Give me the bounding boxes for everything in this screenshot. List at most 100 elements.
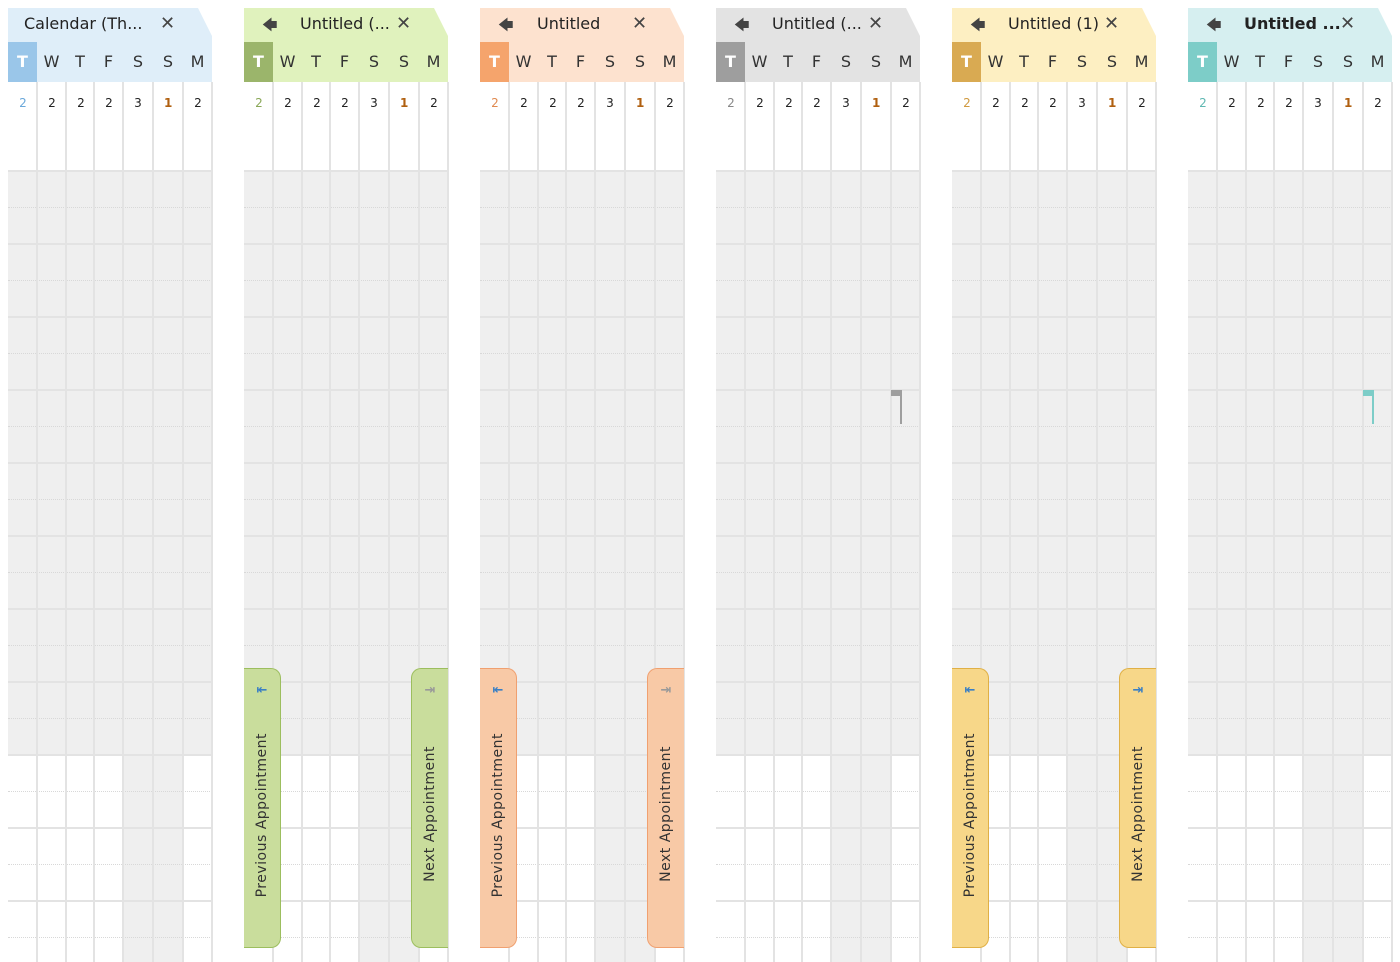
date-cell[interactable]: 2 bbox=[430, 96, 438, 112]
day-header[interactable]: S bbox=[1303, 42, 1333, 82]
day-header[interactable]: W bbox=[981, 42, 1010, 82]
calendar-tab[interactable]: 🡄 Untitled (... ✕ bbox=[244, 8, 448, 42]
date-cell[interactable]: 2 bbox=[491, 96, 499, 112]
day-header[interactable]: S bbox=[123, 42, 153, 82]
day-header[interactable]: T bbox=[244, 42, 273, 82]
next-appointment-button[interactable]: ⇥ Next Appointment bbox=[411, 668, 448, 948]
day-header[interactable]: S bbox=[595, 42, 625, 82]
day-header[interactable]: T bbox=[8, 42, 37, 82]
previous-appointment-button[interactable]: ⇤ Previous Appointment bbox=[244, 668, 281, 948]
calendar-tab[interactable]: Calendar (Th... ✕ bbox=[8, 8, 212, 42]
day-header[interactable]: T bbox=[66, 42, 94, 82]
date-cell[interactable]: 2 bbox=[1374, 96, 1382, 112]
day-header[interactable]: M bbox=[1363, 42, 1392, 82]
date-cell[interactable]: 2 bbox=[756, 96, 764, 112]
time-grid[interactable] bbox=[716, 82, 921, 962]
date-cell[interactable]: 2 bbox=[727, 96, 735, 112]
day-header[interactable]: T bbox=[1010, 42, 1038, 82]
date-cell[interactable]: 1 bbox=[1108, 96, 1116, 112]
date-cell[interactable]: 2 bbox=[520, 96, 528, 112]
back-arrow-icon[interactable]: 🡄 bbox=[970, 15, 986, 40]
day-header[interactable]: F bbox=[330, 42, 359, 82]
date-cell[interactable]: 2 bbox=[902, 96, 910, 112]
next-appointment-button[interactable]: ⇥ Next Appointment bbox=[647, 668, 684, 948]
date-cell[interactable]: 2 bbox=[194, 96, 202, 112]
date-cell[interactable]: 2 bbox=[785, 96, 793, 112]
close-icon[interactable]: ✕ bbox=[868, 13, 883, 34]
day-header[interactable]: T bbox=[1188, 42, 1217, 82]
date-cell[interactable]: 2 bbox=[577, 96, 585, 112]
date-cell[interactable]: 2 bbox=[284, 96, 292, 112]
date-cell[interactable]: 2 bbox=[313, 96, 321, 112]
day-header[interactable]: T bbox=[774, 42, 802, 82]
date-cell[interactable]: 2 bbox=[1228, 96, 1236, 112]
day-header[interactable]: F bbox=[1274, 42, 1303, 82]
date-cell[interactable]: 3 bbox=[606, 96, 614, 112]
day-header[interactable]: M bbox=[891, 42, 920, 82]
date-cell[interactable]: 2 bbox=[813, 96, 821, 112]
day-header[interactable]: T bbox=[538, 42, 566, 82]
day-header[interactable]: S bbox=[831, 42, 861, 82]
calendar-tab[interactable]: 🡄 Untitled ... ✕ bbox=[1188, 8, 1392, 42]
day-header[interactable]: S bbox=[359, 42, 389, 82]
next-appointment-button[interactable]: ⇥ Next Appointment bbox=[1119, 668, 1156, 948]
date-cell[interactable]: 2 bbox=[549, 96, 557, 112]
date-cell[interactable]: 2 bbox=[105, 96, 113, 112]
date-cell[interactable]: 1 bbox=[164, 96, 172, 112]
date-cell[interactable]: 1 bbox=[400, 96, 408, 112]
day-header[interactable]: S bbox=[625, 42, 655, 82]
date-cell[interactable]: 3 bbox=[842, 96, 850, 112]
close-icon[interactable]: ✕ bbox=[160, 13, 175, 34]
day-header[interactable]: F bbox=[802, 42, 831, 82]
date-cell[interactable]: 2 bbox=[1138, 96, 1146, 112]
close-icon[interactable]: ✕ bbox=[632, 13, 647, 34]
day-header[interactable]: W bbox=[509, 42, 538, 82]
back-arrow-icon[interactable]: 🡄 bbox=[498, 15, 514, 40]
time-grid[interactable] bbox=[1188, 82, 1393, 962]
date-cell[interactable]: 1 bbox=[1344, 96, 1352, 112]
previous-appointment-button[interactable]: ⇤ Previous Appointment bbox=[480, 668, 517, 948]
day-header[interactable]: F bbox=[1038, 42, 1067, 82]
date-cell[interactable]: 2 bbox=[666, 96, 674, 112]
date-cell[interactable]: 3 bbox=[1314, 96, 1322, 112]
calendar-tab[interactable]: 🡄 Untitled (1) ✕ bbox=[952, 8, 1156, 42]
date-cell[interactable]: 2 bbox=[341, 96, 349, 112]
date-cell[interactable]: 2 bbox=[1285, 96, 1293, 112]
day-header[interactable]: S bbox=[1097, 42, 1127, 82]
close-icon[interactable]: ✕ bbox=[1104, 13, 1119, 34]
day-header[interactable]: M bbox=[419, 42, 448, 82]
back-arrow-icon[interactable]: 🡄 bbox=[1206, 15, 1222, 40]
date-cell[interactable]: 2 bbox=[255, 96, 263, 112]
day-header[interactable]: S bbox=[861, 42, 891, 82]
day-header[interactable]: F bbox=[566, 42, 595, 82]
day-header[interactable]: S bbox=[153, 42, 183, 82]
date-cell[interactable]: 2 bbox=[19, 96, 27, 112]
calendar-tab[interactable]: 🡄 Untitled (... ✕ bbox=[716, 8, 920, 42]
date-cell[interactable]: 2 bbox=[992, 96, 1000, 112]
date-cell[interactable]: 2 bbox=[1021, 96, 1029, 112]
calendar-tab[interactable]: 🡄 Untitled ✕ bbox=[480, 8, 684, 42]
day-header[interactable]: M bbox=[183, 42, 212, 82]
date-cell[interactable]: 3 bbox=[370, 96, 378, 112]
date-cell[interactable]: 3 bbox=[1078, 96, 1086, 112]
time-grid[interactable] bbox=[8, 82, 213, 962]
date-cell[interactable]: 2 bbox=[1257, 96, 1265, 112]
close-icon[interactable]: ✕ bbox=[396, 13, 411, 34]
date-cell[interactable]: 3 bbox=[134, 96, 142, 112]
back-arrow-icon[interactable]: 🡄 bbox=[262, 15, 278, 40]
day-header[interactable]: F bbox=[94, 42, 123, 82]
day-header[interactable]: M bbox=[1127, 42, 1156, 82]
day-header[interactable]: T bbox=[302, 42, 330, 82]
day-header[interactable]: W bbox=[1217, 42, 1246, 82]
day-header[interactable]: W bbox=[745, 42, 774, 82]
day-header[interactable]: S bbox=[389, 42, 419, 82]
day-header[interactable]: T bbox=[480, 42, 509, 82]
previous-appointment-button[interactable]: ⇤ Previous Appointment bbox=[952, 668, 989, 948]
date-cell[interactable]: 2 bbox=[77, 96, 85, 112]
day-header[interactable]: T bbox=[716, 42, 745, 82]
day-header[interactable]: W bbox=[273, 42, 302, 82]
date-cell[interactable]: 1 bbox=[872, 96, 880, 112]
day-header[interactable]: W bbox=[37, 42, 66, 82]
day-header[interactable]: S bbox=[1333, 42, 1363, 82]
date-cell[interactable]: 2 bbox=[48, 96, 56, 112]
